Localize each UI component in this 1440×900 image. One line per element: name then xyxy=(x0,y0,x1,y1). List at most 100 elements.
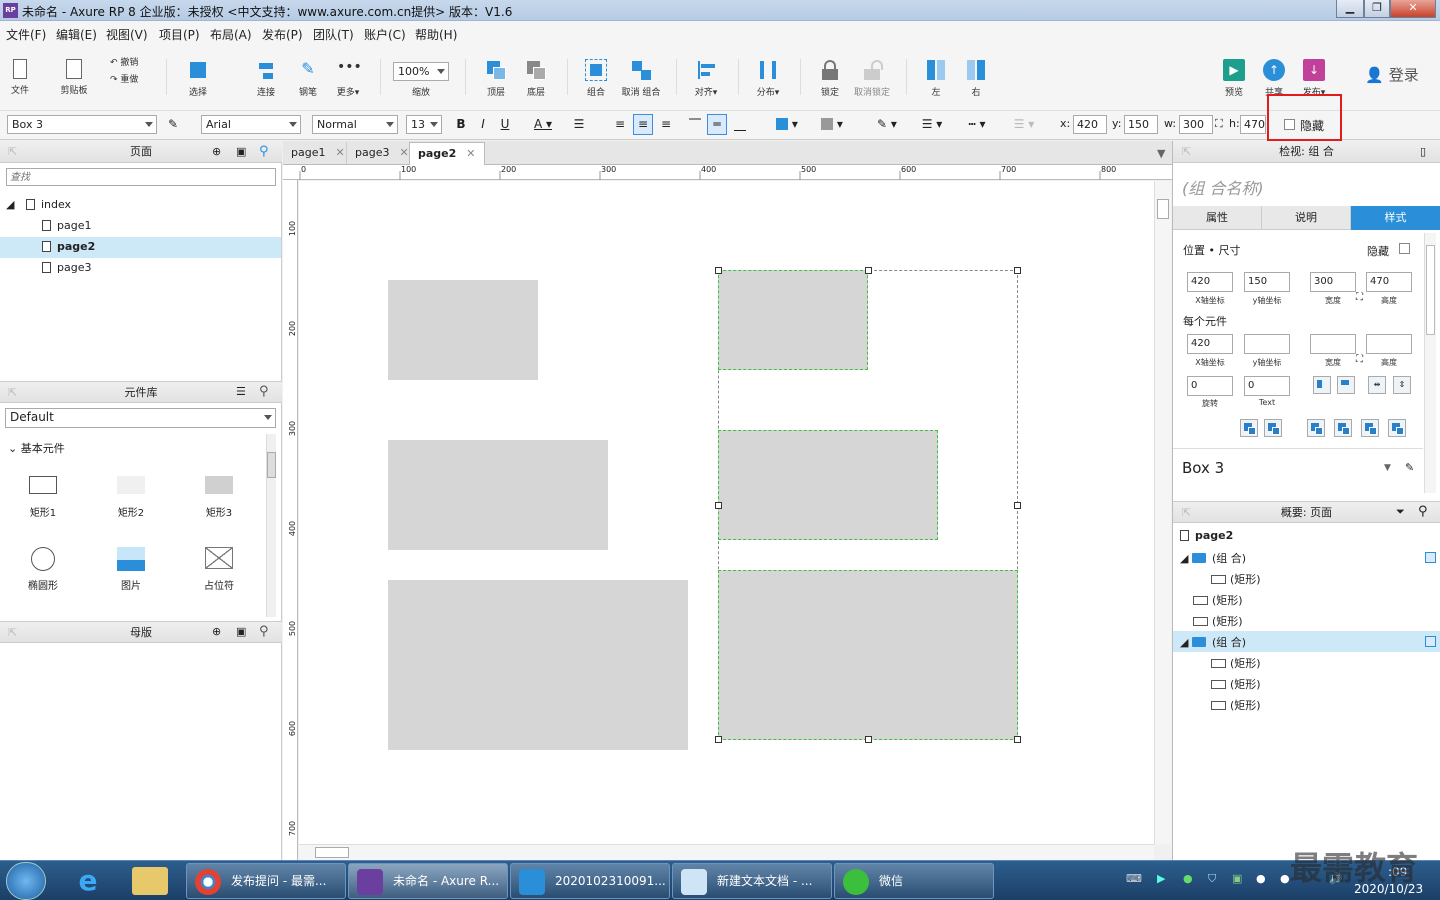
align-pair-icon[interactable] xyxy=(1264,419,1282,437)
menu-project[interactable]: 项目(P) xyxy=(159,26,200,43)
font-select[interactable]: Arial xyxy=(201,115,301,134)
outline-page[interactable]: page2 xyxy=(1180,529,1233,542)
send-to-back-button[interactable]: 底层 xyxy=(518,59,554,98)
unlock-button[interactable]: 取消锁定 xyxy=(852,59,892,98)
clipboard-button[interactable]: 剪贴板 xyxy=(56,59,92,96)
resize-handle[interactable] xyxy=(1014,502,1021,509)
each-y-input[interactable] xyxy=(1244,334,1290,354)
left-panel-button[interactable]: 左 xyxy=(918,59,954,98)
widget-placeholder[interactable]: 占位符 xyxy=(189,547,249,592)
h-spacing-icon[interactable]: ⇹ xyxy=(1368,376,1386,394)
task-video[interactable]: 2020102310091... xyxy=(510,863,670,899)
resize-handle[interactable] xyxy=(1014,267,1021,274)
line-style-button[interactable]: ┅ ▾ xyxy=(959,114,995,135)
each-w-input[interactable] xyxy=(1310,334,1356,354)
valign-bottom-icon[interactable]: ⎽ xyxy=(730,114,750,135)
valign-top-icon[interactable]: ⎺ xyxy=(685,114,705,135)
w-input[interactable]: 300 xyxy=(1179,115,1213,134)
notes-icon[interactable]: ▯ xyxy=(1420,145,1426,158)
text-rotate-input[interactable]: 0 xyxy=(1244,376,1290,396)
keyboard-icon[interactable]: ⌨ xyxy=(1126,872,1142,885)
canvas-rectangle-selected[interactable] xyxy=(718,430,938,540)
order-backward-icon[interactable] xyxy=(1361,419,1379,437)
library-scrollbar[interactable] xyxy=(266,434,276,617)
add-folder-icon[interactable]: ▣ xyxy=(236,625,246,638)
select-button[interactable]: 选择 xyxy=(178,59,218,98)
canvas-vscrollbar[interactable] xyxy=(1154,181,1171,844)
bold-button[interactable]: B xyxy=(451,114,471,135)
undo-button[interactable]: ↶ 撤销 xyxy=(110,55,150,68)
more-button[interactable]: ••• 更多▾ xyxy=(330,59,366,98)
order-forward-icon[interactable] xyxy=(1334,419,1352,437)
lock-button[interactable]: 锁定 xyxy=(812,59,848,98)
page-page1[interactable]: page1 xyxy=(42,219,91,232)
bullet-list-icon[interactable]: ☰ xyxy=(569,114,589,135)
arrow-style-button[interactable]: ☰ ▾ xyxy=(1004,114,1044,135)
shadow-button[interactable]: ▾ xyxy=(815,114,849,135)
ungroup-button[interactable]: 取消 组合 xyxy=(618,59,664,98)
align-button[interactable]: 对齐▾ xyxy=(688,59,724,98)
widget-rect3[interactable]: 矩形3 xyxy=(189,476,249,519)
fill-color-button[interactable]: ▾ xyxy=(770,114,804,135)
lock-ratio-icon[interactable]: ⛶ xyxy=(1356,354,1363,365)
style-edit-icon[interactable]: ✎ xyxy=(1405,461,1414,474)
qq-icon[interactable]: ● xyxy=(1280,872,1290,885)
page-page2[interactable]: page2 xyxy=(42,240,95,253)
widget-name-select[interactable]: Box 3 xyxy=(7,115,157,134)
v-spacing-icon[interactable]: ⇕ xyxy=(1393,376,1411,394)
hidden-checkbox[interactable] xyxy=(1399,243,1410,254)
font-size-select[interactable]: 13 xyxy=(406,115,442,134)
collapse-icon[interactable]: ⇱ xyxy=(1182,145,1191,158)
login-button[interactable]: 👤 登录 xyxy=(1362,64,1422,85)
zoom-select[interactable]: 100% xyxy=(393,62,449,81)
menu-publish[interactable]: 发布(P) xyxy=(262,26,303,43)
style-edit-icon[interactable]: ✎ xyxy=(163,114,183,135)
tab-page3[interactable]: page3 ✕ xyxy=(346,142,417,164)
add-page-icon[interactable]: ⊕ xyxy=(212,145,221,158)
menu-layout[interactable]: 布局(A) xyxy=(210,26,252,43)
minimize-button[interactable]: ▁ xyxy=(1336,0,1364,18)
shield-icon[interactable]: ⛉ xyxy=(1208,872,1216,886)
collapse-icon[interactable]: ⇱ xyxy=(8,145,17,158)
distribute-button[interactable]: 分布▾ xyxy=(750,59,786,98)
bring-to-front-button[interactable]: 顶层 xyxy=(478,59,514,98)
add-folder-icon[interactable]: ▣ xyxy=(236,145,246,158)
flip-vertical-icon[interactable] xyxy=(1337,376,1355,394)
tray-icon[interactable]: ● xyxy=(1183,872,1193,885)
underline-button[interactable]: U xyxy=(495,114,515,135)
resize-handle[interactable] xyxy=(865,736,872,743)
line-width-button[interactable]: ☰ ▾ xyxy=(914,114,950,135)
tab-notes[interactable]: 说明 xyxy=(1262,206,1351,230)
qq-icon[interactable]: ● xyxy=(1256,872,1266,885)
task-wechat[interactable]: 微信 xyxy=(834,863,994,899)
align-center-icon[interactable]: ≡ xyxy=(633,114,653,135)
page-page3[interactable]: page3 xyxy=(42,261,91,274)
group-button[interactable]: 组合 xyxy=(578,59,614,98)
widget-ellipse[interactable]: 椭圆形 xyxy=(13,547,73,592)
group-name-input[interactable]: (组 合名称) xyxy=(1182,175,1264,199)
search-icon[interactable]: ⚲ xyxy=(259,384,269,399)
start-button[interactable] xyxy=(6,862,46,900)
connect-button[interactable]: 连接 xyxy=(248,59,284,98)
canvas-rectangle-selected[interactable] xyxy=(718,570,1018,740)
chevron-down-icon[interactable]: ▼ xyxy=(1384,463,1391,473)
inspector-x-input[interactable]: 420 xyxy=(1187,272,1233,292)
outline-rect[interactable]: (矩形) xyxy=(1193,592,1243,608)
outline-group-selected[interactable]: ◢ (组 合) xyxy=(1180,634,1246,650)
task-notepad[interactable]: 新建文本文档 - ... xyxy=(672,863,832,899)
inspector-w-input[interactable]: 300 xyxy=(1310,272,1356,292)
canvas-hscrollbar[interactable] xyxy=(299,844,1154,860)
canvas-rectangle[interactable] xyxy=(388,580,688,750)
outline-rect[interactable]: (矩形) xyxy=(1193,613,1243,629)
x-input[interactable]: 420 xyxy=(1073,115,1107,134)
inspector-h-input[interactable]: 470 xyxy=(1366,272,1412,292)
menu-account[interactable]: 账户(C) xyxy=(364,26,406,43)
menu-edit[interactable]: 编辑(E) xyxy=(56,26,97,43)
file-button[interactable]: 文件 xyxy=(6,59,34,96)
menu-team[interactable]: 团队(T) xyxy=(313,26,354,43)
outline-rect[interactable]: (矩形) xyxy=(1211,676,1261,692)
tray-icon[interactable]: ▣ xyxy=(1232,872,1242,885)
outline-rect[interactable]: (矩形) xyxy=(1211,655,1261,671)
search-icon[interactable]: ⚲ xyxy=(259,144,269,159)
flip-horizontal-icon[interactable] xyxy=(1313,376,1331,394)
